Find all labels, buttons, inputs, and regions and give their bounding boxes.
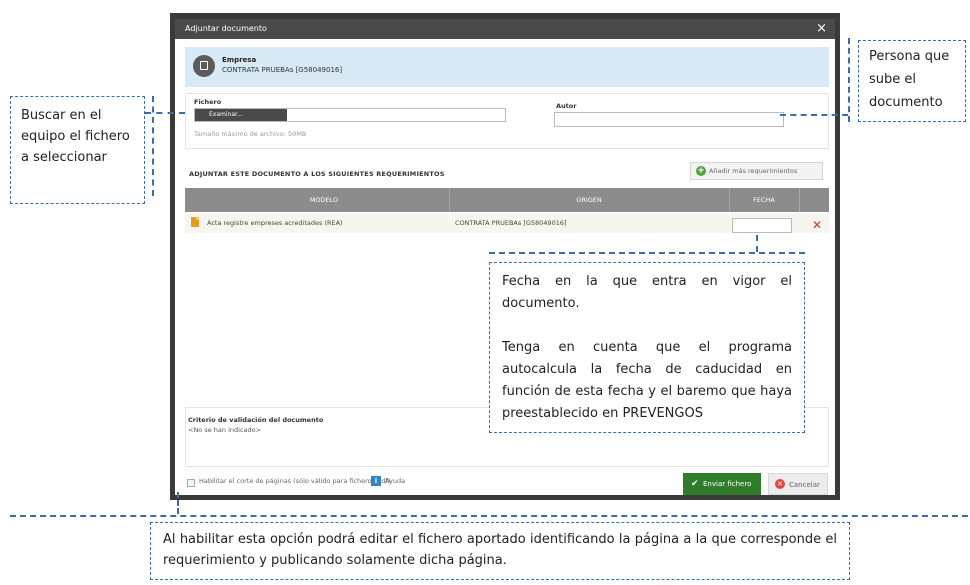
file-panel: Fichero Examinar... Tamaño máximo de arc… (185, 93, 829, 149)
max-size-text: Tamaño máximo de archivo: 50MB (194, 130, 307, 138)
table-row: Acta registre empreses acreditades (REA)… (185, 213, 829, 233)
cancel-label: Cancelar (789, 481, 820, 489)
cancel-button[interactable]: ✕ Cancelar (768, 473, 828, 495)
building-icon (193, 55, 215, 77)
add-requirements-button[interactable]: + Añadir más requerimientos (690, 162, 823, 180)
callout-page-cut-text: Al habilitar esta opción podrá editar el… (163, 532, 837, 568)
requirements-table-header: MODELO ORIGEN FECHA (185, 188, 829, 212)
column-header-origin: ORIGEN (576, 196, 602, 204)
author-label: Autor (556, 102, 577, 110)
criteria-value: <No se han indicado> (188, 426, 262, 434)
send-file-label: Enviar fichero (703, 480, 752, 488)
callout-author: Persona que sube el documento (858, 40, 966, 122)
callout-page-cut: Al habilitar esta opción podrá editar el… (150, 522, 850, 580)
callout-connector (10, 515, 968, 517)
delete-row-icon[interactable]: ✕ (812, 215, 822, 235)
help-link[interactable]: Ayuda (385, 477, 405, 485)
cancel-icon: ✕ (775, 479, 785, 489)
callout-connector (489, 252, 805, 254)
browse-button[interactable]: Examinar... (195, 109, 287, 121)
add-requirements-label: Añadir más requerimientos (709, 167, 798, 175)
company-title: Empresa (222, 56, 257, 64)
help-icon[interactable]: i (371, 476, 381, 486)
file-input[interactable]: Examinar... (194, 108, 506, 122)
page-cut-checkbox[interactable] (187, 479, 195, 487)
page-cut-label: Habilitar el corte de páginas (sólo váli… (199, 477, 391, 485)
criteria-label: Criterio de validación del documento (188, 416, 324, 424)
dialog-titlebar: Adjuntar documento × (175, 19, 835, 39)
callout-connector (848, 38, 850, 122)
author-input[interactable] (554, 112, 784, 127)
company-name: CONTRATA PRUEBAs [G58049016] (222, 66, 343, 74)
document-icon (191, 217, 199, 227)
callout-connector (780, 114, 848, 116)
check-icon: ✔ (691, 479, 699, 489)
date-input[interactable] (732, 218, 792, 233)
requirements-title: ADJUNTAR ESTE DOCUMENTO A LOS SIGUIENTES… (189, 170, 445, 178)
callout-search: Buscar en el equipo el fichero a selecci… (10, 96, 145, 204)
dialog-title: Adjuntar documento (185, 24, 267, 33)
row-model: Acta registre empreses acreditades (REA) (207, 219, 343, 227)
column-header-model: MODELO (309, 196, 339, 204)
column-header-date: FECHA (753, 196, 775, 204)
callout-date-text-2: Tenga en cuenta que el programa autocalc… (502, 340, 792, 421)
column-divider (799, 188, 800, 212)
file-label: Fichero (194, 98, 222, 106)
callout-connector (145, 112, 185, 114)
callout-connector (177, 492, 179, 514)
callout-date-text-1: Fecha en la que entra en vigor el docume… (502, 274, 792, 311)
dialog-footer: Habilitar el corte de páginas (sólo váli… (185, 471, 829, 495)
callout-connector (756, 235, 758, 252)
callout-connector (152, 96, 154, 196)
send-file-button[interactable]: ✔ Enviar fichero (683, 473, 761, 495)
company-panel: Empresa CONTRATA PRUEBAs [G58049016] (185, 47, 829, 87)
callout-date: Fecha en la que entra en vigor el docume… (489, 262, 805, 433)
close-icon[interactable]: × (816, 19, 827, 39)
row-origin: CONTRATA PRUEBAs [G58049016] (455, 219, 567, 227)
plus-icon: + (696, 166, 706, 176)
callout-search-text: Buscar en el equipo el fichero a selecci… (21, 108, 130, 165)
callout-author-text: Persona que sube el documento (869, 49, 950, 110)
